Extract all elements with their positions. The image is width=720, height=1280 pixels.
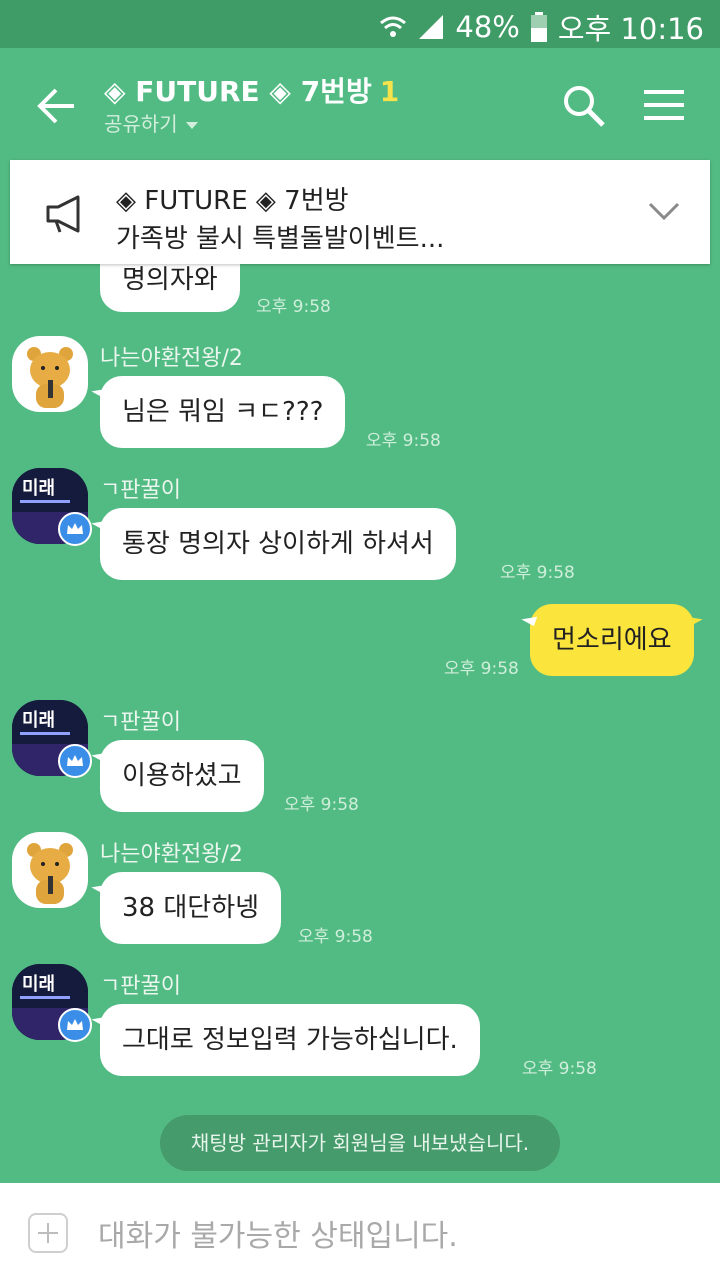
message-bubble[interactable]: 그대로 정보입력 가능하십니다. [100, 1004, 480, 1076]
crown-badge-icon [58, 512, 92, 546]
message-time: 오후 9:58 [284, 795, 359, 815]
message-bubble[interactable]: 38 대단하넹 [100, 872, 282, 944]
avatar-label: 미래 [22, 974, 55, 995]
plus-icon[interactable] [28, 1213, 68, 1253]
avatar-label: 미래 [22, 478, 55, 499]
battery-icon [530, 12, 547, 42]
avatar-ryan[interactable] [12, 336, 88, 412]
share-label: 공유하기 [104, 112, 178, 136]
message-time: 오후 9:58 [298, 927, 373, 947]
sender-name: ㄱ판꿀이 [100, 478, 181, 503]
message-time: 오후 9:58 [444, 659, 519, 679]
status-bar: 48% 오후 10:16 [0, 0, 720, 48]
avatar-ryan[interactable] [12, 832, 88, 908]
input-bar: 대화가 불가능한 상태입니다. [0, 1183, 720, 1280]
message-time: 오후 9:58 [366, 431, 441, 451]
notice-title: ◈ FUTURE ◈ 7번방 [116, 186, 349, 216]
notice-text: 가족방 불시 특별돌발이벤트... [116, 224, 445, 254]
crown-badge-icon [58, 1008, 92, 1042]
clock: 오후 10:16 [557, 12, 704, 46]
ryan-bear-icon [27, 843, 73, 904]
back-arrow-icon[interactable] [34, 86, 78, 126]
notice-banner[interactable]: ◈ FUTURE ◈ 7번방 가족방 불시 특별돌발이벤트... [10, 160, 710, 264]
wifi-icon [380, 16, 407, 37]
message-time: 오후 9:58 [522, 1059, 597, 1079]
chat-title-text: ◈ FUTURE ◈ 7번방 [104, 75, 372, 108]
ryan-bear-icon [27, 347, 73, 408]
share-dropdown[interactable]: 공유하기 [104, 108, 198, 137]
megaphone-icon [46, 195, 80, 233]
my-message-bubble[interactable]: 먼소리에요 [530, 604, 694, 676]
signal-icon [419, 15, 444, 39]
message-input[interactable]: 대화가 불가능한 상태입니다. [98, 1211, 458, 1255]
message-bubble[interactable]: 님은 뭐임 ㅋㄷ??? [100, 376, 346, 448]
chevron-down-icon[interactable] [646, 198, 682, 224]
member-count: 1 [379, 75, 400, 108]
menu-icon[interactable] [644, 88, 684, 122]
message-time: 오후 9:58 [500, 563, 575, 583]
crown-badge-icon [58, 744, 92, 778]
system-message: 채팅방 관리자가 회원님을 내보냈습니다. [160, 1115, 560, 1171]
avatar-label: 미래 [22, 710, 55, 731]
sender-name: 나는야환전왕/2 [100, 842, 243, 867]
message-time: 오후 9:58 [256, 297, 331, 317]
battery-percent: 48% [455, 10, 520, 44]
sender-name: ㄱ판꿀이 [100, 974, 181, 999]
sender-name: ㄱ판꿀이 [100, 710, 181, 735]
chat-header: ◈ FUTURE ◈ 7번방 1 공유하기 [0, 48, 720, 160]
chat-title: ◈ FUTURE ◈ 7번방 1 [104, 70, 399, 110]
message-bubble[interactable]: 이용하셨고 [100, 740, 264, 812]
sender-name: 나는야환전왕/2 [100, 346, 243, 371]
search-icon[interactable] [562, 84, 606, 128]
caret-down-icon [185, 122, 198, 129]
message-bubble[interactable]: 통장 명의자 상이하게 하셔서 [100, 508, 456, 580]
